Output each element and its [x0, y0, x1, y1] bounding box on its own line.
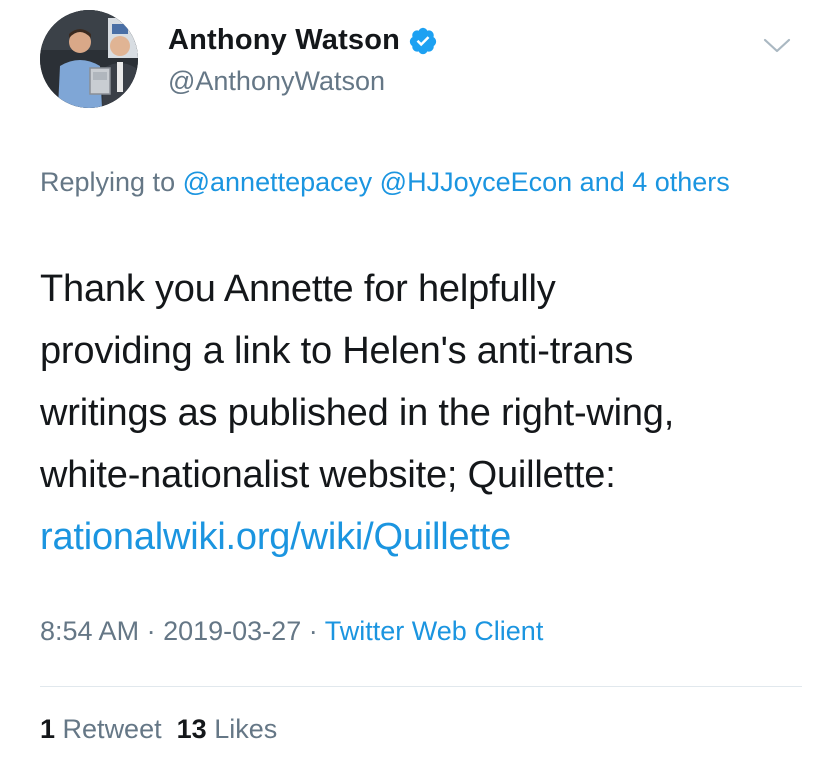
- like-label: Likes: [214, 714, 278, 744]
- tweet-meta: 8:54 AM · 2019-03-27 · Twitter Web Clien…: [40, 616, 543, 647]
- tweet-line: white-nationalist website; Quillette:: [40, 454, 616, 496]
- tweet-line: writings as published in the right-wing,: [40, 392, 675, 434]
- avatar-photo: [40, 10, 138, 108]
- retweets-stat[interactable]: 1 Retweet: [40, 714, 162, 744]
- tweet-line: Thank you Annette for helpfully: [40, 268, 556, 310]
- retweet-count: 1: [40, 714, 56, 744]
- mention-hjjoyceecon[interactable]: @HJJoyceEcon: [380, 167, 572, 197]
- author-handle[interactable]: @AnthonyWatson: [168, 66, 385, 97]
- retweet-label: Retweet: [62, 714, 162, 744]
- display-name[interactable]: Anthony Watson: [168, 24, 400, 57]
- tweet-date: 2019-03-27: [163, 616, 302, 646]
- like-count: 13: [176, 714, 207, 744]
- tweet-source[interactable]: Twitter Web Client: [325, 616, 544, 646]
- likes-stat[interactable]: 13 Likes: [177, 714, 278, 744]
- verified-badge-icon: [409, 27, 437, 54]
- tweet-link[interactable]: rationalwiki.org/wiki/Quillette: [40, 506, 790, 568]
- tweet-stats: 1 Retweet 13 Likes: [40, 714, 277, 745]
- tweet-line: providing a link to Helen's anti-trans: [40, 330, 634, 372]
- chevron-down-icon[interactable]: [762, 36, 792, 56]
- mention-others[interactable]: and 4 others: [580, 167, 730, 197]
- divider: [40, 686, 802, 687]
- meta-separator: ·: [308, 616, 318, 646]
- avatar[interactable]: [40, 10, 138, 108]
- tweet-text: Thank you Annette for helpfully providin…: [40, 258, 790, 568]
- mention-annettepacey[interactable]: @annettepacey: [183, 167, 373, 197]
- replying-to: Replying to @annettepacey @HJJoyceEcon a…: [40, 160, 800, 204]
- author-name-row[interactable]: Anthony Watson: [168, 24, 438, 57]
- meta-separator: ·: [146, 616, 156, 646]
- replying-prefix: Replying to: [40, 167, 176, 197]
- tweet-time: 8:54 AM: [40, 616, 140, 646]
